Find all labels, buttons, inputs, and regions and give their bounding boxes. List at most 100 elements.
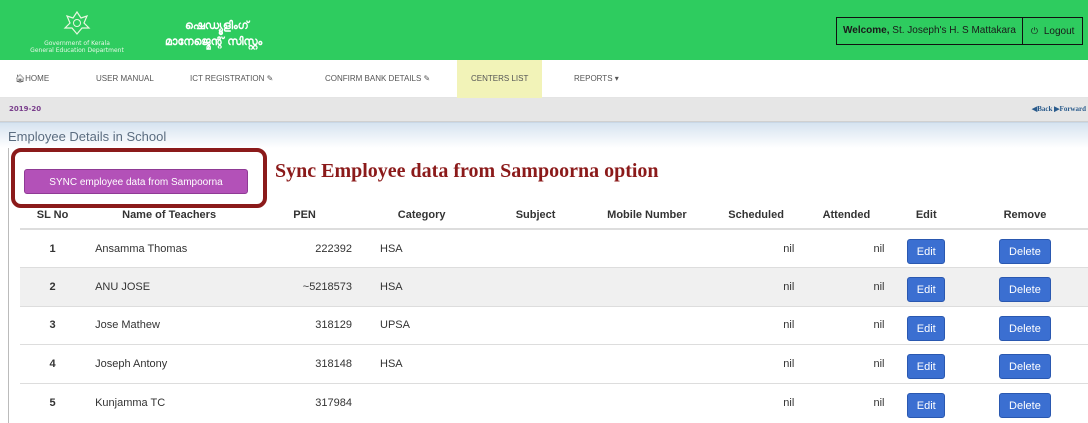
app-title-line-2: മാനേജ്മെന്റ് സിസ്റ്റം	[165, 35, 263, 48]
cell-sl: 5	[20, 382, 86, 422]
back-label: Back	[1037, 105, 1053, 113]
power-icon: ⏻	[1030, 26, 1039, 36]
col-subject: Subject	[487, 201, 584, 230]
home-icon: 🏠︎	[15, 74, 26, 83]
nav-confirm-bank-details-label: CONFIRM BANK DETAILS	[325, 74, 422, 83]
cell-scheduled: nil	[709, 305, 803, 345]
cell-edit: Edit	[890, 344, 962, 383]
section-title: Employee Details in School	[8, 129, 167, 144]
cell-sl: 2	[20, 267, 86, 306]
logo[interactable]: Government of Kerala General Education D…	[22, 10, 132, 54]
sync-sampoorna-button[interactable]: SYNC employee data from Sampoorna	[24, 169, 248, 194]
col-attended: Attended	[802, 201, 891, 230]
col-edit: Edit	[890, 201, 962, 230]
forward-link[interactable]: ▶Forward	[1054, 105, 1086, 113]
kerala-emblem-icon	[63, 10, 91, 35]
cell-attended: nil	[802, 267, 891, 306]
user-box: Welcome, St. Joseph's H. S Mattakara ⏻ L…	[836, 17, 1084, 45]
divider	[8, 148, 9, 423]
cell-name: ANU JOSE	[85, 267, 254, 306]
cell-mobile	[583, 228, 710, 268]
cell-subject	[487, 344, 584, 383]
nav-centers-list-label: CENTERS LIST	[471, 74, 529, 83]
cell-edit: Edit	[890, 305, 962, 345]
cell-remove: Delete	[961, 228, 1088, 268]
cell-scheduled: nil	[709, 344, 803, 383]
cell-pen: ~5218573	[253, 267, 357, 306]
nav-centers-list[interactable]: CENTERS LIST	[457, 60, 543, 98]
cell-remove: Delete	[961, 267, 1088, 306]
cell-pen: 318129	[253, 305, 357, 345]
top-header: Government of Kerala General Education D…	[0, 0, 1088, 60]
nav-ict-registration-label: ICT REGISTRATION	[190, 74, 265, 83]
nav-user-manual[interactable]: USER MANUAL	[96, 60, 154, 98]
cell-name: Jose Mathew	[85, 305, 254, 345]
table-header-row: SL No Name of Teachers PEN Category Subj…	[20, 201, 1088, 230]
cell-name: Kunjamma TC	[85, 382, 254, 422]
cell-mobile	[583, 267, 710, 306]
cell-category: HSA	[356, 267, 488, 306]
cell-pen: 318148	[253, 344, 357, 383]
nav-user-manual-label: USER MANUAL	[96, 74, 154, 83]
cell-pen: 317984	[253, 382, 357, 422]
cell-subject	[487, 305, 584, 345]
cell-edit: Edit	[890, 382, 962, 422]
cell-scheduled: nil	[709, 382, 803, 422]
cell-category: HSA	[356, 344, 488, 383]
edit-button[interactable]: Edit	[907, 239, 946, 264]
sync-highlight-box: SYNC employee data from Sampoorna	[11, 148, 267, 208]
logout-button[interactable]: ⏻ Logout	[1023, 18, 1083, 44]
table-row: 1 Ansamma Thomas 222392 HSA nil nil Edit…	[20, 228, 1088, 268]
col-remove: Remove	[961, 201, 1088, 230]
academic-year: 2019-20	[9, 105, 42, 113]
gov-line-1: Government of Kerala	[44, 40, 110, 47]
gov-line-2: General Education Department	[30, 47, 124, 54]
table-row: 4 Joseph Antony 318148 HSA nil nil Edit …	[20, 344, 1088, 383]
cell-attended: nil	[802, 228, 891, 268]
main-nav: 🏠︎HOME USER MANUAL ICT REGISTRATION ✎ CO…	[0, 60, 1088, 98]
cell-edit: Edit	[890, 228, 962, 268]
edit-button[interactable]: Edit	[907, 315, 946, 341]
edit-button[interactable]: Edit	[907, 277, 946, 303]
col-scheduled: Scheduled	[709, 201, 803, 230]
delete-button[interactable]: Delete	[998, 354, 1051, 380]
nav-reports-label: REPORTS	[574, 74, 613, 83]
col-name: Name of Teachers	[85, 201, 254, 230]
cell-category: UPSA	[356, 305, 488, 345]
cell-category	[356, 382, 488, 422]
col-category: Category	[356, 201, 488, 230]
delete-button[interactable]: Delete	[998, 277, 1051, 303]
nav-reports[interactable]: REPORTS ▾	[574, 60, 619, 98]
nav-confirm-bank-details[interactable]: CONFIRM BANK DETAILS ✎	[325, 60, 430, 98]
history-nav: ◀Back ▶Forward	[1032, 105, 1086, 113]
delete-button[interactable]: Delete	[998, 393, 1051, 418]
nav-home[interactable]: 🏠︎HOME	[15, 60, 49, 98]
cell-mobile	[583, 382, 710, 422]
welcome-prefix: Welcome,	[843, 25, 890, 36]
back-link[interactable]: ◀Back	[1032, 105, 1053, 113]
cell-attended: nil	[802, 305, 891, 345]
section-header: Employee Details in School	[0, 122, 1088, 148]
col-mobile: Mobile Number	[583, 201, 710, 230]
table-row: 5 Kunjamma TC 317984 nil nil Edit Delete	[20, 382, 1088, 422]
welcome-text: Welcome, St. Joseph's H. S Mattakara	[837, 18, 1023, 44]
welcome-name: St. Joseph's H. S Mattakara	[892, 25, 1016, 36]
edit-button[interactable]: Edit	[907, 393, 946, 418]
cell-scheduled: nil	[709, 267, 803, 306]
cell-remove: Delete	[961, 305, 1088, 345]
cell-subject	[487, 267, 584, 306]
caret-down-icon: ▾	[614, 74, 619, 83]
cell-mobile	[583, 344, 710, 383]
government-label: Government of Kerala General Education D…	[22, 40, 132, 54]
app-title-line-1: ഷെഡ്യൂളിംഗ്	[185, 19, 249, 32]
pencil-icon: ✎	[423, 74, 431, 83]
nav-ict-registration[interactable]: ICT REGISTRATION ✎	[190, 60, 273, 98]
cell-name: Ansamma Thomas	[85, 228, 254, 268]
cell-subject	[487, 382, 584, 422]
delete-button[interactable]: Delete	[998, 239, 1051, 264]
delete-button[interactable]: Delete	[998, 315, 1051, 341]
edit-button[interactable]: Edit	[907, 354, 946, 380]
cell-sl: 4	[20, 344, 86, 383]
cell-attended: nil	[802, 382, 891, 422]
cell-remove: Delete	[961, 382, 1088, 422]
